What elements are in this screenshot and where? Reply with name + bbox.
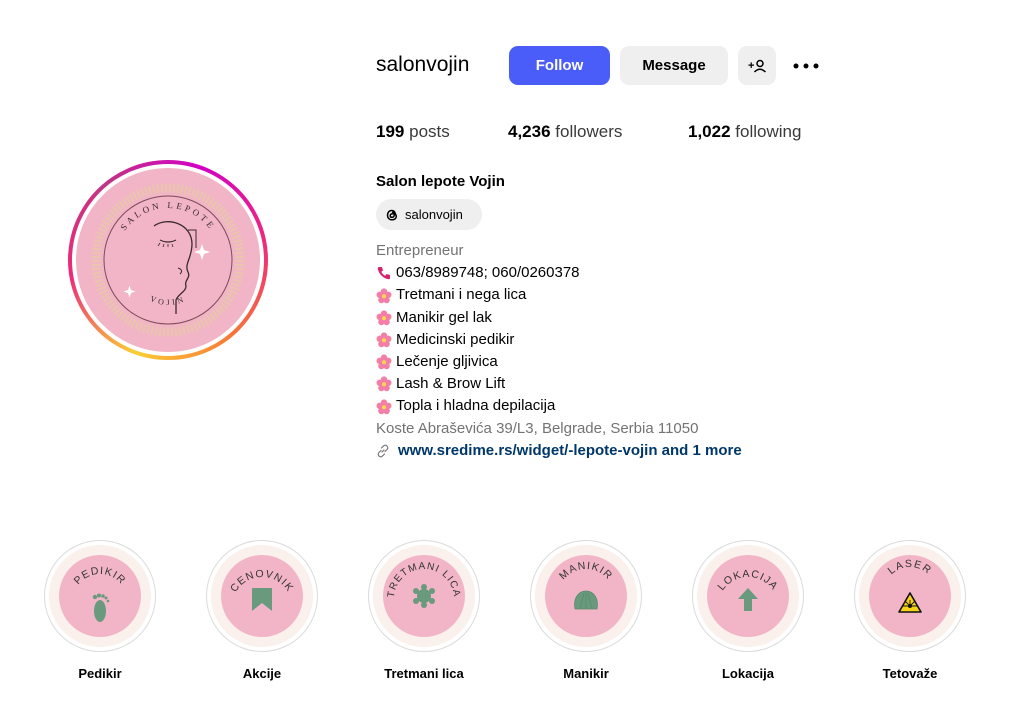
highlight-ring: PEDIKIR	[44, 540, 156, 652]
highlight-cover: LOKACIJA	[707, 555, 789, 637]
phone-icon	[377, 267, 390, 280]
highlight-cover-text: PEDIKIR	[72, 565, 128, 587]
highlight-inner: CENOVNIK	[211, 545, 313, 647]
highlight-cover-art: TRETMANI LICA	[386, 561, 461, 608]
highlight-label: Akcije	[242, 666, 282, 681]
following-count[interactable]: 1,022 following	[688, 122, 801, 142]
avatar-gap: SALON LEPOTE VOJIN	[72, 164, 264, 356]
threads-icon	[386, 209, 398, 221]
profile-avatar-ring[interactable]: SALON LEPOTE VOJIN	[68, 160, 268, 360]
cherry-blossom-icon	[376, 310, 392, 325]
link-icon	[377, 444, 389, 458]
highlight-cover: TRETMANI LICA	[383, 555, 465, 637]
svg-text:MANIKIR: MANIKIR	[557, 560, 615, 583]
cherry-blossom-icon	[376, 287, 392, 303]
highlight-tetovaze[interactable]: LASER Tetovaže	[854, 540, 966, 681]
cherry-blossom-icon	[376, 398, 392, 414]
highlight-cover: LASER	[869, 555, 951, 637]
full-name: Salon lepote Vojin	[376, 173, 505, 190]
service-label: Lash & Brow Lift	[396, 375, 506, 393]
arrow-up-icon	[738, 588, 758, 611]
flower-icon	[413, 584, 435, 608]
address: Koste Abraševića 39/L3, Belgrade, Serbia…	[376, 419, 699, 437]
highlight-cover-art: CENOVNIK	[228, 568, 295, 611]
highlight-cover: CENOVNIK	[221, 555, 303, 637]
service-item: Manikir gel lak	[376, 307, 742, 329]
followers-count[interactable]: 4,236 followers	[508, 122, 622, 142]
highlight-manikir[interactable]: MANIKIR Manikir	[530, 540, 642, 681]
highlight-cover-art: LOKACIJA	[715, 568, 779, 611]
avatar[interactable]: SALON LEPOTE VOJIN	[76, 168, 260, 352]
message-button[interactable]: Message	[620, 46, 728, 85]
highlight-label: Tetovaže	[882, 666, 938, 681]
highlight-inner: PEDIKIR	[49, 545, 151, 647]
highlight-akcije[interactable]: CENOVNIK Akcije	[206, 540, 318, 681]
avatar-logo: SALON LEPOTE VOJIN	[76, 168, 260, 352]
service-label: Lečenje gljivica	[396, 353, 498, 371]
svg-text:PEDIKIR: PEDIKIR	[72, 565, 129, 587]
highlight-inner: LASER	[859, 545, 961, 647]
phone-line: 063/8989748; 060/0260378	[376, 262, 742, 284]
threads-handle: salonvojin	[405, 207, 463, 222]
service-item: Lash & Brow Lift	[376, 373, 742, 395]
highlight-label: Tretmani lica	[384, 666, 464, 681]
highlight-inner: TRETMANI LICA	[373, 545, 475, 647]
highlight-label: Lokacija	[721, 666, 775, 681]
highlight-label: Manikir	[563, 666, 609, 681]
highlight-cover-text: LASER	[886, 558, 933, 577]
highlight-ring: LASER	[854, 540, 966, 652]
service-item: Lečenje gljivica	[376, 351, 742, 373]
follow-button[interactable]: Follow	[509, 46, 610, 85]
highlight-lokacija[interactable]: LOKACIJA Lokacija	[692, 540, 804, 681]
highlight-pedikir[interactable]: PEDIKIR Pedikir	[44, 540, 156, 681]
svg-text:+: +	[748, 60, 754, 72]
posts-count: 199 posts	[376, 122, 450, 141]
highlight-cover-art: LASER	[886, 558, 934, 613]
cherry-blossom-icon	[376, 354, 392, 370]
bookmark-icon	[252, 588, 272, 611]
highlight-ring: LOKACIJA	[692, 540, 804, 652]
cherry-blossom-icon	[376, 332, 392, 348]
external-link[interactable]: www.sredime.rs/widget/-lepote-vojin and …	[376, 440, 742, 462]
highlight-label: Pedikir	[78, 666, 122, 681]
service-label: Tretmani i nega lica	[396, 286, 527, 304]
highlight-tretmani-lica[interactable]: TRETMANI LICA Tretmani lica	[368, 540, 480, 681]
threads-link[interactable]: salonvojin	[376, 199, 482, 230]
laser-warning-icon	[898, 592, 922, 613]
suggested-users-button[interactable]: +	[738, 46, 776, 85]
highlight-cover-text: MANIKIR	[557, 560, 614, 583]
highlight-inner: MANIKIR	[535, 545, 637, 647]
service-item: Medicinski pedikir	[376, 329, 742, 351]
highlight-ring: MANIKIR	[530, 540, 642, 652]
highlight-cover-art: PEDIKIR	[72, 565, 129, 622]
highlight-cover: MANIKIR	[545, 555, 627, 637]
highlight-ring: TRETMANI LICA	[368, 540, 480, 652]
highlight-cover: PEDIKIR	[59, 555, 141, 637]
highlight-ring: CENOVNIK	[206, 540, 318, 652]
highlight-cover-art: MANIKIR	[557, 560, 615, 610]
service-label: Medicinski pedikir	[396, 330, 515, 348]
cherry-blossom-icon	[376, 376, 392, 392]
shell-icon	[574, 590, 598, 610]
category: Entrepreneur	[376, 242, 464, 259]
more-options-button[interactable]	[790, 53, 822, 79]
service-item: Tretmani i nega lica	[376, 284, 742, 306]
foot-icon	[92, 593, 110, 622]
service-item: Topla i hladna depilacija	[376, 395, 742, 417]
svg-text:LASER: LASER	[886, 558, 934, 577]
add-user-icon: +	[748, 59, 766, 73]
bio: Entrepreneur 063/8989748; 060/0260378 Tr…	[376, 240, 742, 462]
service-label: Manikir gel lak	[396, 308, 492, 326]
link-text[interactable]: www.sredime.rs/widget/-lepote-vojin and …	[398, 440, 742, 462]
more-icon	[793, 63, 819, 69]
username: salonvojin	[376, 53, 470, 76]
phone-numbers: 063/8989748; 060/0260378	[396, 264, 580, 282]
highlight-inner: LOKACIJA	[697, 545, 799, 647]
service-label: Topla i hladna depilacija	[396, 397, 556, 415]
